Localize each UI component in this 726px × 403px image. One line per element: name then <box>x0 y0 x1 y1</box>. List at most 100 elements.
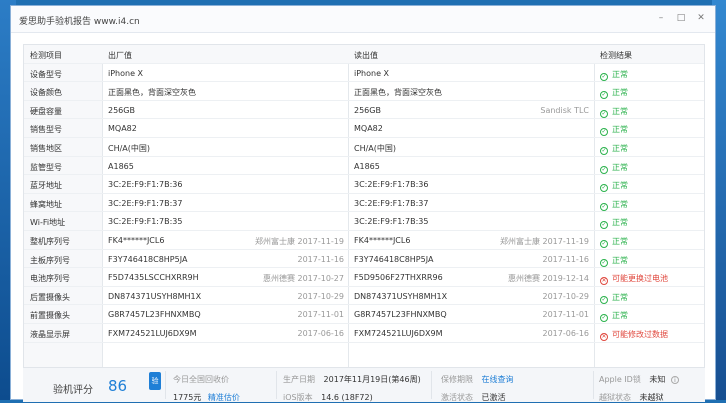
table-row: 液晶显示屏 FXM724521LUJ6DX9M 2017-06-16 FXM72452… <box>24 324 704 343</box>
factory-note: 郑州富士康 2017-11-19 <box>254 237 344 246</box>
check-circle-icon: ✓ <box>600 72 608 81</box>
check-circle-icon: ✓ <box>600 91 608 100</box>
read-value: MQA82 <box>354 124 383 134</box>
table-row: 整机序列号 FK4******JCL6 郑州富士康 2017-11-19 FK4***… <box>24 231 704 250</box>
table-row: 监管型号 A1865 A1865 ✓ 正常 <box>24 157 704 176</box>
check-circle-icon: ✓ <box>600 109 608 118</box>
factory-value: F3Y746418C8HP5JA <box>108 254 188 264</box>
check-result: ✓ 正常 <box>600 143 628 155</box>
factory-value: 256GB <box>108 105 135 115</box>
factory-value: FXM724521LUJ6DX9M <box>108 329 197 338</box>
check-result: ✕ 可能更换过电池 <box>600 273 668 286</box>
production-date-label: 生产日期 <box>283 375 315 384</box>
table-row: 后置摄像头 DN874371USYH8MH1X 2017-10-29 DN874371… <box>24 287 704 306</box>
factory-note: 2017-11-01 <box>297 310 345 320</box>
table-row: 销售地区 CH/A(中国) CH/A(中国) ✓ 正常 <box>24 138 704 157</box>
summary-bar: 验机评分 86 验 今日全国回收价 1775元 精准估价 生产日期 2017年1… <box>23 367 705 402</box>
check-circle-icon: ✓ <box>600 221 608 230</box>
row-item-name: 前置摄像头 <box>30 311 70 321</box>
appleid-lock-value: 未知 <box>649 375 666 384</box>
row-item-name: 监管型号 <box>30 162 62 172</box>
check-circle-icon: ✓ <box>600 128 608 137</box>
ios-version-label: iOS版本 <box>283 393 313 402</box>
ios-version-value: 14.6 (18F72) <box>321 393 373 402</box>
read-value: DN874371USYH8MH1X <box>354 291 448 301</box>
result-text: 正常 <box>612 218 628 228</box>
factory-value: 3C:2E:F9:F1:7B:35 <box>108 217 183 227</box>
divider <box>431 371 432 399</box>
read-value: F3Y746418C8HP5JA <box>354 254 434 264</box>
result-text: 正常 <box>612 162 628 172</box>
row-item-name: 硬盘容量 <box>30 106 62 116</box>
report-table: 检测项目 出厂值 读出值 检测结果 设备型号 iPhone X iPhone X ✓ 正… <box>23 44 705 368</box>
factory-value: 正面黑色，背面深空灰色 <box>108 88 196 98</box>
result-text: 可能修改过数据 <box>612 330 668 339</box>
row-item-name: 蓝牙地址 <box>30 181 62 191</box>
price-value: 1775元 <box>173 393 202 402</box>
result-text: 正常 <box>612 88 628 98</box>
minimize-icon[interactable]: – <box>656 13 666 23</box>
check-result: ✓ 正常 <box>600 199 628 211</box>
table-row: 硬盘容量 256GB 256GB Sandisk TLC ✓ 正常 <box>24 101 704 120</box>
table-row: 蜂窝地址 3C:2E:F9:F1:7B:37 3C:2E:F9:F1:7B:37 ✓ 正… <box>24 194 704 213</box>
check-circle-icon: ✓ <box>600 165 608 174</box>
row-item-name: 主板序列号 <box>30 255 70 265</box>
appleid-lock-label: Apple ID锁 <box>599 375 641 384</box>
read-note: 2017-06-16 <box>542 329 590 338</box>
read-value: FK4******JCL6 <box>354 236 411 245</box>
result-text: 正常 <box>612 69 628 79</box>
row-item-name: 整机序列号 <box>30 237 70 246</box>
result-text: 正常 <box>612 106 628 116</box>
maximize-icon[interactable]: □ <box>676 13 686 23</box>
check-result: ✓ 正常 <box>600 217 628 230</box>
result-text: 正常 <box>612 237 628 246</box>
table-row: 前置摄像头 G8R7457L23FHNXMBQ 2017-11-01 G8R7457L… <box>24 305 704 324</box>
result-text: 正常 <box>612 125 628 135</box>
result-text: 正常 <box>612 311 628 321</box>
precise-estimate-link[interactable]: 精准估价 <box>208 393 240 402</box>
table-row: 主板序列号 F3Y746418C8HP5JA 2017-11-16 F3Y746418… <box>24 250 704 269</box>
result-text: 可能更换过电池 <box>612 274 668 284</box>
factory-value: 3C:2E:F9:F1:7B:37 <box>108 198 183 208</box>
read-note: 惠州德赛 2019-12-14 <box>507 274 589 284</box>
check-result: ✓ 正常 <box>600 292 628 304</box>
jailbreak-value: 未越狱 <box>639 393 664 402</box>
check-result: ✓ 正常 <box>600 87 628 100</box>
header-read: 读出值 <box>354 51 378 60</box>
read-note: 2017-11-01 <box>542 310 590 320</box>
factory-value: MQA82 <box>108 124 137 134</box>
activation-label: 激活状态 <box>441 393 473 402</box>
read-value: iPhone X <box>354 68 390 78</box>
check-circle-icon: ✓ <box>600 147 608 155</box>
production-date-value: 2017年11月19日(第46周) <box>323 375 421 384</box>
factory-note: 2017-10-29 <box>297 291 345 301</box>
factory-value: DN874371USYH8MH1X <box>108 291 202 301</box>
check-result: ✓ 正常 <box>600 310 628 323</box>
close-icon[interactable]: ✕ <box>696 13 706 23</box>
check-result: ✓ 正常 <box>600 106 628 118</box>
header-item: 检测项目 <box>30 51 62 60</box>
result-text: 正常 <box>612 292 628 302</box>
table-header: 检测项目 出厂值 读出值 检测结果 <box>24 45 704 64</box>
read-value: 3C:2E:F9:F1:7B:35 <box>354 217 429 227</box>
factory-note: 2017-11-16 <box>297 254 345 264</box>
row-item-name: Wi-Fi地址 <box>30 218 66 228</box>
jailbreak-label: 越狱状态 <box>599 393 631 402</box>
check-circle-icon: ✓ <box>600 240 608 248</box>
warranty-query-link[interactable]: 在线查询 <box>482 375 514 384</box>
info-icon[interactable]: i <box>670 376 679 384</box>
report-window: 爱思助手验机报告 www.i4.cn – □ ✕ 检测项目 出厂值 读出值 检测… <box>10 5 716 402</box>
check-result: ✓ 正常 <box>600 255 628 267</box>
table-row: 电池序列号 F5D7435LSCCHXRR9H 惠州德赛 2017-10-27 F5D… <box>24 268 704 287</box>
score-value: 86 <box>108 377 128 395</box>
result-text: 正常 <box>612 181 628 191</box>
table-row: 设备型号 iPhone X iPhone X ✓ 正常 <box>24 64 704 83</box>
table-row: 蓝牙地址 3C:2E:F9:F1:7B:36 3C:2E:F9:F1:7B:36 ✓ 正… <box>24 175 704 194</box>
read-note: 郑州富士康 2017-11-19 <box>499 237 589 246</box>
factory-value: FK4******JCL6 <box>108 236 165 245</box>
factory-value: 3C:2E:F9:F1:7B:36 <box>108 180 183 190</box>
score-box: 验机评分 86 <box>23 368 148 402</box>
read-value: 正面黑色，背面深空灰色 <box>354 88 442 98</box>
table-row: 设备颜色 正面黑色，背面深空灰色 正面黑色，背面深空灰色 ✓ 正常 <box>24 82 704 101</box>
factory-note: 2017-06-16 <box>297 329 345 338</box>
